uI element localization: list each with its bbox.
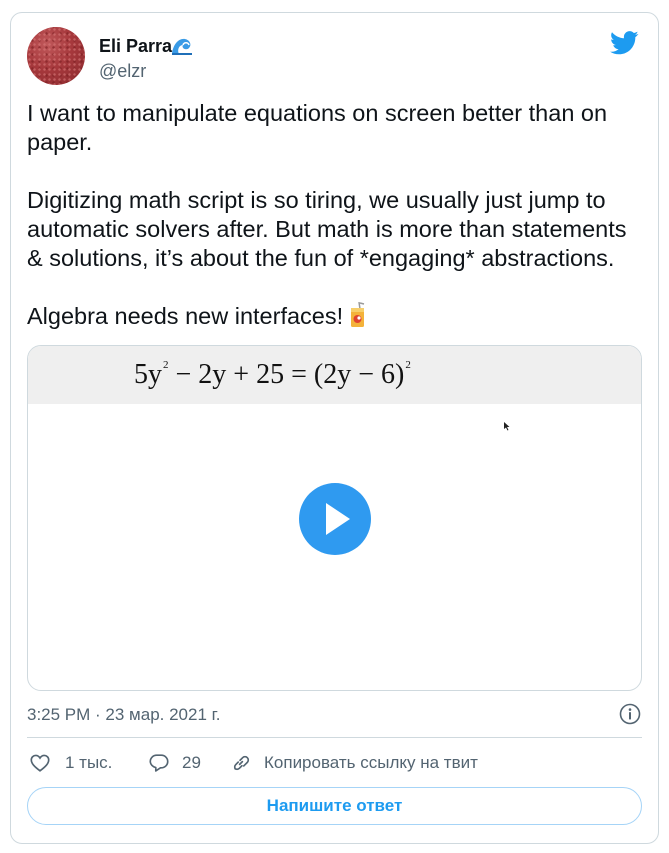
tweet-text: I want to manipulate equations on screen… xyxy=(27,99,647,331)
link-icon xyxy=(233,755,250,771)
reply-count: 29 xyxy=(182,753,201,772)
copy-link-label: Копировать ссылку на твит xyxy=(264,753,478,772)
tweet-paragraph: Algebra needs new interfaces! xyxy=(27,302,647,331)
tweet-paragraph: I want to manipulate equations on screen… xyxy=(27,100,608,155)
reply-button[interactable]: Напишите ответ xyxy=(27,787,642,825)
equation-term: 5y xyxy=(134,359,162,390)
avatar[interactable] xyxy=(27,27,85,85)
like-count: 1 тыс. xyxy=(65,753,113,772)
speech-bubble-icon xyxy=(149,754,169,772)
info-icon[interactable] xyxy=(619,703,641,725)
copy-link-action[interactable]: Копировать ссылку на твит xyxy=(230,750,478,776)
tweet-paragraph: Digitizing math script is so tiring, we … xyxy=(27,187,627,271)
twitter-bird-icon[interactable] xyxy=(610,31,639,55)
author-handle[interactable]: @elzr xyxy=(99,61,146,82)
equation-band: 5y2 − 2y + 25 = (2y − 6)2 xyxy=(28,346,641,404)
play-button[interactable] xyxy=(299,483,371,555)
equation: 5y2 − 2y + 25 = (2y − 6)2 xyxy=(134,359,411,391)
divider xyxy=(27,737,642,738)
timestamp[interactable]: 3:25 PM · 23 мар. 2021 г. xyxy=(27,705,220,725)
juice-box-emoji-icon xyxy=(351,302,365,327)
equation-term: (2y − 6) xyxy=(306,359,405,390)
play-icon xyxy=(326,503,350,535)
like-action[interactable]: 1 тыс. xyxy=(29,750,112,776)
equation-term: − 2y + 25 xyxy=(168,359,292,390)
equation-exponent: 2 xyxy=(405,359,411,371)
tweet-paragraph-text: Algebra needs new interfaces! xyxy=(27,303,344,329)
equation-equals: = xyxy=(291,359,307,390)
author-name[interactable]: Eli Parra xyxy=(99,36,172,57)
reply-action[interactable]: 29 xyxy=(148,750,201,776)
heart-icon xyxy=(30,754,50,772)
tweet-card: Eli Parra @elzr I want to manipulate equ… xyxy=(10,12,659,844)
video-player[interactable]: 5y2 − 2y + 25 = (2y − 6)2 xyxy=(27,345,642,691)
mouse-cursor-icon xyxy=(504,422,510,431)
wave-emoji-icon xyxy=(172,38,192,55)
